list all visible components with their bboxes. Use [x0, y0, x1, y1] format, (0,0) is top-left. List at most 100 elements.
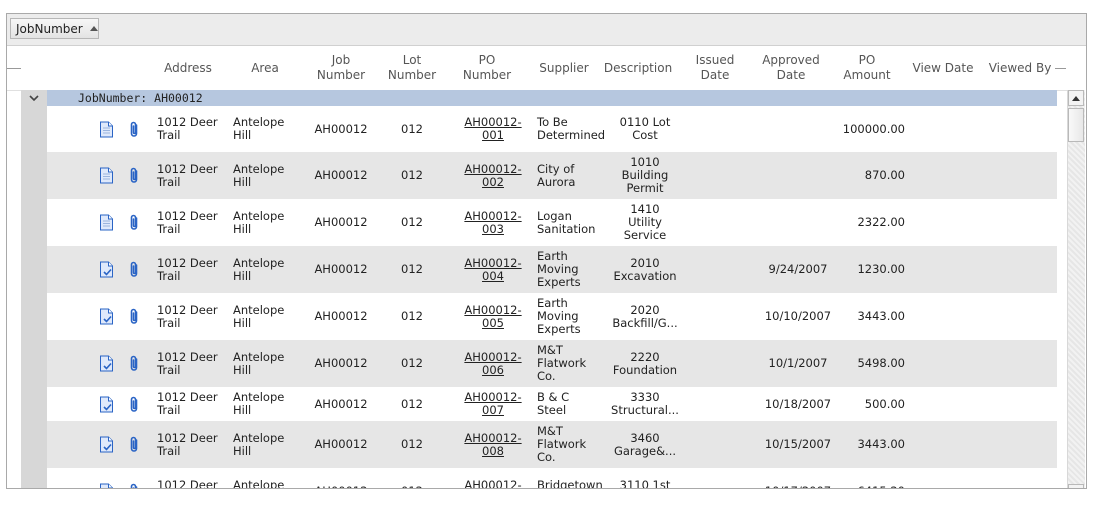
cell-view-date	[911, 293, 975, 340]
group-indent-column	[21, 90, 47, 488]
data-rows: 1012 Deer Trail Antelope Hill AH00012 012 AH00…	[47, 106, 1057, 489]
cell-lot-number: 012	[385, 421, 439, 468]
group-chip-jobnumber[interactable]: JobNumber	[10, 18, 99, 39]
cell-po-number[interactable]: AH00012- 002	[459, 152, 527, 199]
attachment-icon[interactable]	[129, 152, 140, 199]
cell-po-number-text[interactable]: AH00012-009	[464, 477, 522, 489]
collapse-chevron-icon[interactable]	[29, 93, 39, 103]
cell-area-text: AntelopeHill	[233, 209, 284, 236]
cell-address: 1012 DeerTrail	[157, 387, 229, 421]
attachment-icon[interactable]	[129, 246, 140, 293]
cell-po-number[interactable]: AH00012- 007	[459, 387, 527, 421]
cell-po-number-text[interactable]: AH00012- 003	[464, 209, 521, 236]
cell-po-number-text[interactable]: AH00012- 001	[464, 116, 521, 142]
table-row[interactable]: 1012 DeerTrail AntelopeHill AH00012 012 AH00…	[47, 106, 1057, 152]
vertical-scrollbar[interactable]	[1067, 90, 1085, 488]
header-issued-date[interactable]: Issued Date	[681, 46, 749, 90]
cell-job-number: AH00012	[309, 199, 373, 246]
attachment-icon[interactable]	[129, 340, 140, 387]
scrollbar-thumb[interactable]	[1068, 108, 1084, 142]
group-row[interactable]: JobNumber: AH00012	[7, 90, 1057, 106]
document-icon[interactable]	[99, 152, 114, 199]
cell-supplier: Earth Moving Experts	[537, 246, 607, 293]
text-line: 1012 Deer	[157, 430, 218, 445]
attachment-icon[interactable]	[129, 387, 140, 421]
cell-po-amount-text: 870.00	[864, 168, 905, 182]
cell-po-amount: 3443.00	[837, 421, 905, 468]
header-po-amount[interactable]: PO Amount	[835, 46, 899, 90]
text-line: 1012 Deer	[157, 477, 218, 489]
table-row[interactable]: 1012 DeerTrail AntelopeHill AH00012 012 AH00…	[47, 152, 1057, 199]
document-icon[interactable]	[99, 106, 114, 152]
header-view-date[interactable]: View Date	[911, 46, 975, 90]
cell-po-number[interactable]: AH00012- 004	[459, 246, 527, 293]
table-row[interactable]: 1012 DeerTrail AntelopeHill AH00012 012 AH00…	[47, 293, 1057, 340]
cell-po-number-text[interactable]: AH00012- 004	[464, 256, 521, 283]
text-line: Utility	[628, 215, 662, 229]
table-row[interactable]: 1012 DeerTrail AntelopeHill AH00012 012 AH00…	[47, 199, 1057, 246]
group-label: JobNumber: AH00012	[47, 90, 1057, 106]
approved-document-icon[interactable]	[99, 246, 114, 293]
header-description[interactable]: Description	[604, 46, 672, 90]
text-line: Trail	[157, 174, 181, 189]
table-row[interactable]: 1012 DeerTrail AntelopeHill AH00012 012 AH00…	[47, 340, 1057, 387]
cell-approved-date: 9/24/2007	[757, 246, 839, 293]
text-line: Trail	[157, 443, 181, 458]
approved-document-icon[interactable]	[99, 387, 114, 421]
cell-description: 2020 Backfill/G...	[607, 293, 683, 340]
cell-po-number-text[interactable]: AH00012- 005	[464, 303, 521, 330]
approved-document-icon[interactable]	[99, 293, 114, 340]
scroll-up-button[interactable]	[1068, 90, 1084, 106]
approved-document-icon[interactable]	[99, 340, 114, 387]
cell-lot-number: 012	[385, 106, 439, 152]
cell-area: AntelopeHill	[233, 106, 305, 152]
cell-job-number: AH00012	[309, 106, 373, 152]
attachment-icon[interactable]	[129, 106, 140, 152]
header-view-date-label: View Date	[912, 60, 974, 75]
text-line: Number	[387, 68, 437, 82]
attachment-icon[interactable]	[129, 199, 140, 246]
cell-po-number-text[interactable]: AH00012- 002	[464, 162, 521, 189]
cell-po-number[interactable]: AH00012-009	[459, 468, 527, 489]
header-lot-number[interactable]: Lot Number	[385, 46, 439, 90]
cell-po-number[interactable]: AH00012- 001	[459, 106, 527, 152]
header-job-number[interactable]: Job Number	[309, 46, 373, 90]
table-row[interactable]: 1012 DeerTrail AntelopeHill AH00012 012 AH00…	[47, 387, 1057, 421]
approved-document-icon[interactable]	[99, 421, 114, 468]
attachment-icon[interactable]	[129, 468, 140, 488]
cell-lot-number: 012	[385, 246, 439, 293]
text-line: AH00012-	[464, 477, 522, 489]
cell-po-amount-text: 3443.00	[857, 437, 905, 451]
cell-po-number-text[interactable]: AH00012- 006	[464, 350, 521, 377]
approved-document-icon[interactable]	[99, 468, 114, 488]
header-supplier[interactable]: Supplier	[533, 46, 595, 90]
header-address[interactable]: Address	[157, 46, 219, 90]
text-line: Backfill/G...	[612, 315, 678, 330]
cell-po-number[interactable]: AH00012- 005	[459, 293, 527, 340]
table-row[interactable]: 1012 DeerTrail AntelopeHill AH00012 012 AH00…	[47, 246, 1057, 293]
po-grid: JobNumber Address Area Job Number Lot Number P…	[6, 13, 1087, 489]
header-approved-date[interactable]: Approved Date	[755, 46, 827, 90]
header-viewed-by[interactable]: Viewed By	[985, 46, 1055, 90]
cell-po-number[interactable]: AH00012- 003	[459, 199, 527, 246]
attachment-icon[interactable]	[129, 293, 140, 340]
cell-po-number-text[interactable]: AH00012- 007	[464, 391, 521, 417]
attachment-icon[interactable]	[129, 421, 140, 468]
cell-po-number-text[interactable]: AH00012- 008	[464, 431, 521, 458]
table-row[interactable]: 1012 DeerTrail AntelopeHill AH00012 012 AH00…	[47, 421, 1057, 468]
text-line: 3330	[630, 390, 660, 404]
header-area[interactable]: Area	[233, 46, 297, 90]
table-row[interactable]: 1012 DeerTrail AntelopeHill AH00012 012 AH00…	[47, 468, 1057, 489]
cell-po-amount-text: 6415.20	[857, 485, 905, 489]
cell-address-text: 1012 DeerTrail	[157, 350, 218, 377]
text-line: 003	[482, 221, 504, 236]
document-icon[interactable]	[99, 199, 114, 246]
cell-job-number-text: AH00012	[314, 215, 368, 229]
header-viewed-by-label: Viewed By	[988, 60, 1052, 75]
scroll-down-button[interactable]	[1068, 484, 1084, 488]
header-po-number[interactable]: PO Number	[457, 46, 517, 90]
cell-po-amount: 1230.00	[837, 246, 905, 293]
cell-po-number[interactable]: AH00012- 006	[459, 340, 527, 387]
column-header-row: Address Area Job Number Lot Number PO Number Sup…	[7, 46, 1067, 91]
cell-po-number[interactable]: AH00012- 008	[459, 421, 527, 468]
